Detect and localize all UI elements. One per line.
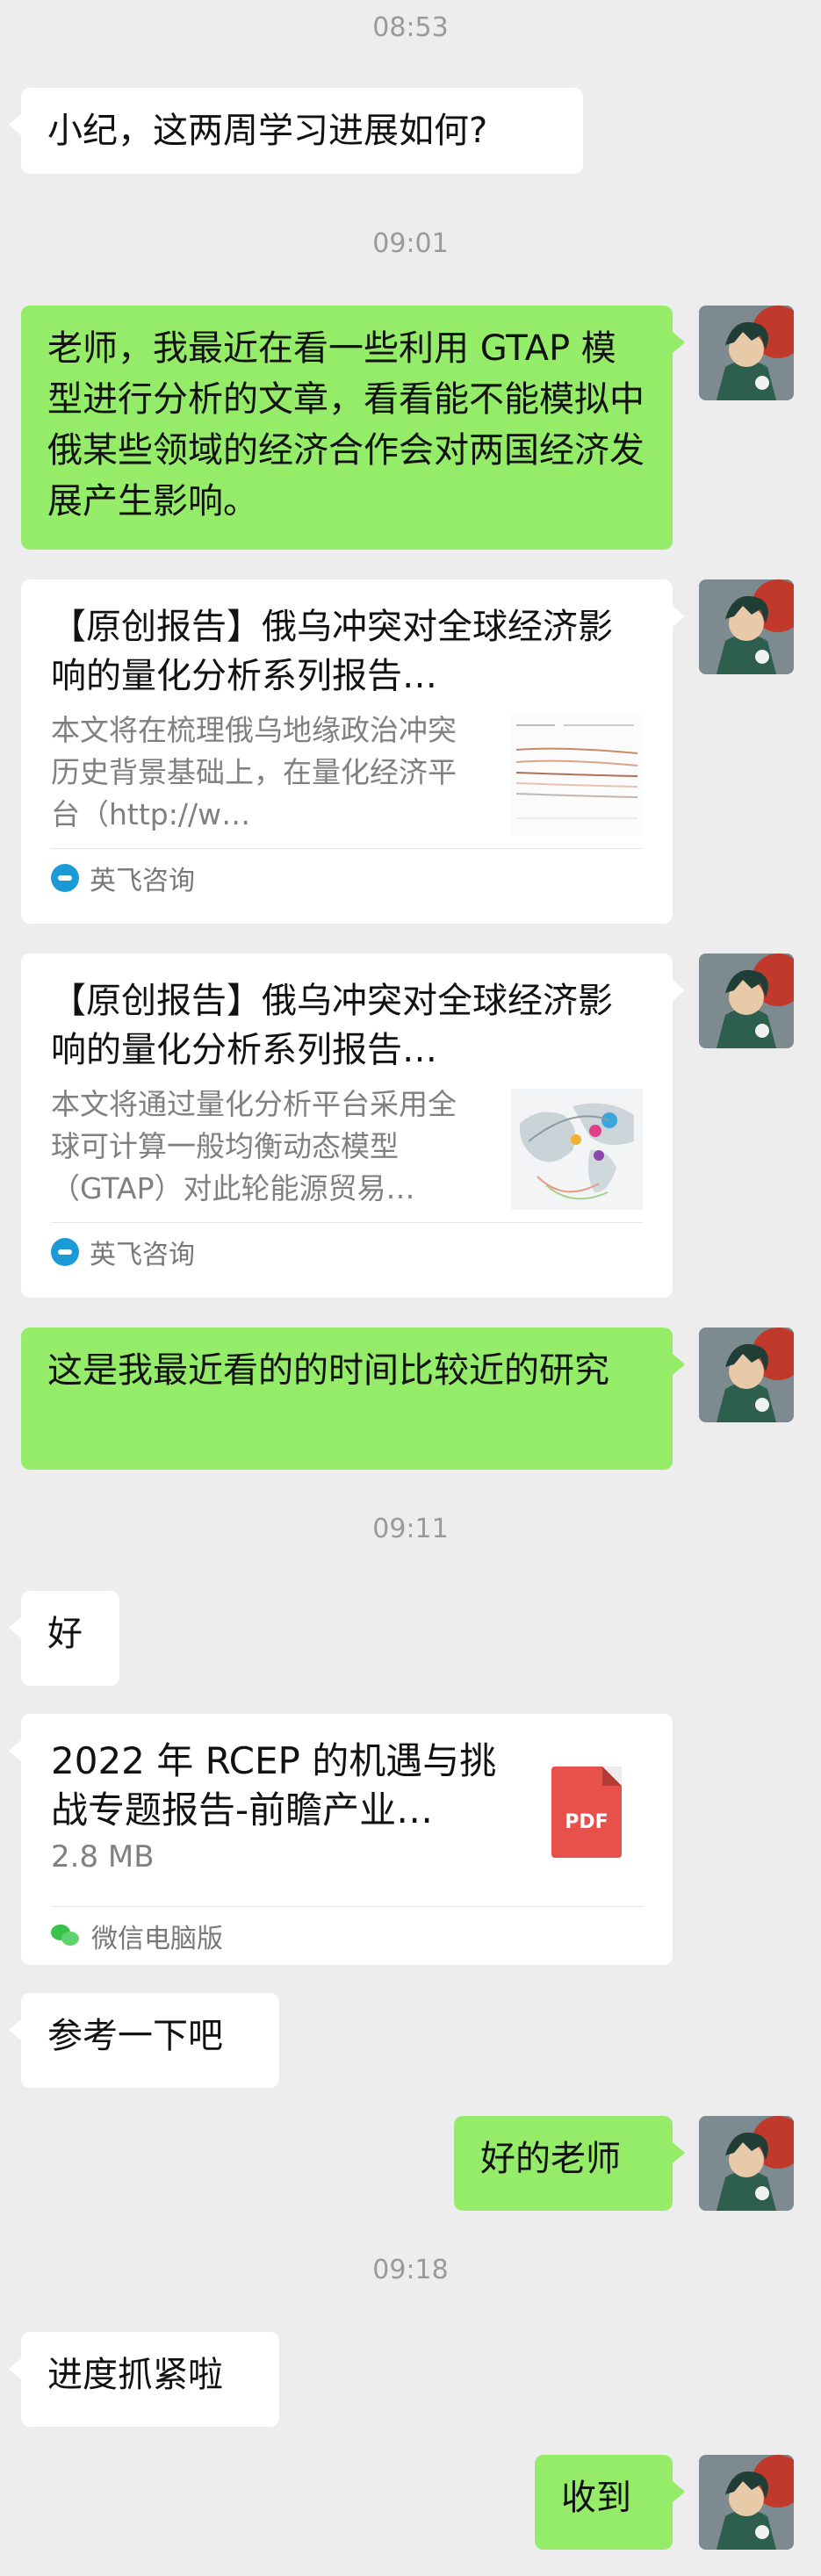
article-card[interactable]: 【原创报告】俄乌冲突对全球经济影响的量化分析系列报告… 本文将在梳理俄乌地缘政治… xyxy=(21,579,685,924)
message-outgoing[interactable]: 好的老师 xyxy=(454,2116,685,2211)
article-title: 【原创报告】俄乌冲突对全球经济影响的量化分析系列报告… xyxy=(51,981,613,1070)
avatar-image xyxy=(699,2116,794,2211)
message-text: 好的老师 xyxy=(480,2139,621,2179)
file-source-name: 微信电脑版 xyxy=(91,1924,223,1954)
avatar-image xyxy=(699,579,794,674)
message-text: 收到 xyxy=(561,2478,631,2518)
message-text: 好 xyxy=(47,1614,83,1654)
timestamp: 09:18 xyxy=(372,2255,449,2285)
avatar-image xyxy=(699,1328,794,1422)
message-outgoing[interactable]: 这是我最近看的的时间比较近的研究 xyxy=(21,1328,685,1470)
avatar[interactable] xyxy=(699,2455,794,2550)
avatar[interactable] xyxy=(699,953,794,1048)
avatar[interactable] xyxy=(699,2116,794,2211)
yingfei-logo-icon xyxy=(51,1238,79,1266)
message-incoming[interactable]: 好 xyxy=(9,1591,119,1686)
avatar[interactable] xyxy=(699,1328,794,1422)
message-incoming[interactable]: 参考一下吧 xyxy=(9,1993,279,2088)
article-card[interactable]: 【原创报告】俄乌冲突对全球经济影响的量化分析系列报告… 本文将通过量化分析平台采… xyxy=(21,953,685,1298)
article-source: 英飞咨询 xyxy=(51,848,643,907)
article-thumbnail xyxy=(511,1089,643,1210)
article-summary: 本文将在梳理俄乌地缘政治冲突历史背景基础上，在量化经济平台（http://w… xyxy=(51,713,457,831)
article-source: 英飞咨询 xyxy=(51,1222,643,1281)
wechat-icon xyxy=(51,1923,81,1949)
message-outgoing[interactable]: 老师，我最近在看一些利用 GTAP 模型进行分析的文章，看看能不能模拟中俄某些领… xyxy=(21,306,685,550)
file-source: 微信电脑版 xyxy=(51,1906,643,1965)
avatar-image xyxy=(699,2455,794,2550)
message-text: 这是我最近看的的时间比较近的研究 xyxy=(47,1350,609,1391)
message-text: 参考一下吧 xyxy=(47,2016,223,2056)
message-outgoing[interactable]: 收到 xyxy=(535,2455,685,2550)
article-source-name: 英飞咨询 xyxy=(90,1240,195,1270)
message-incoming[interactable]: 小纪，这两周学习进展如何? xyxy=(9,88,583,174)
avatar[interactable] xyxy=(699,579,794,674)
message-text: 进度抓紧啦 xyxy=(47,2355,223,2395)
file-name: 2022 年 RCEP 的机遇与挑战专题报告-前瞻产业… xyxy=(51,1739,497,1831)
file-card[interactable]: 2022 年 RCEP 的机遇与挑战专题报告-前瞻产业… 2.8 MB PDF … xyxy=(9,1714,673,1965)
pdf-file-icon: PDF xyxy=(551,1767,622,1858)
article-title: 【原创报告】俄乌冲突对全球经济影响的量化分析系列报告… xyxy=(51,607,613,696)
pdf-icon-label: PDF xyxy=(565,1811,609,1833)
article-thumbnail xyxy=(511,715,643,836)
message-incoming[interactable]: 进度抓紧啦 xyxy=(9,2332,279,2427)
timestamp: 09:11 xyxy=(372,1514,449,1544)
avatar-image xyxy=(699,953,794,1048)
message-text: 小纪，这两周学习进展如何? xyxy=(47,111,488,151)
article-summary: 本文将通过量化分析平台采用全球可计算一般均衡动态模型（GTAP）对此轮能源贸易… xyxy=(51,1087,457,1205)
message-text: 老师，我最近在看一些利用 GTAP 模型进行分析的文章，看看能不能模拟中俄某些领… xyxy=(47,328,645,522)
avatar[interactable] xyxy=(699,306,794,400)
timestamp: 09:01 xyxy=(372,228,449,259)
article-source-name: 英飞咨询 xyxy=(90,866,195,896)
timestamp: 08:53 xyxy=(372,12,449,43)
yingfei-logo-icon xyxy=(51,864,79,892)
avatar-image xyxy=(699,306,794,400)
